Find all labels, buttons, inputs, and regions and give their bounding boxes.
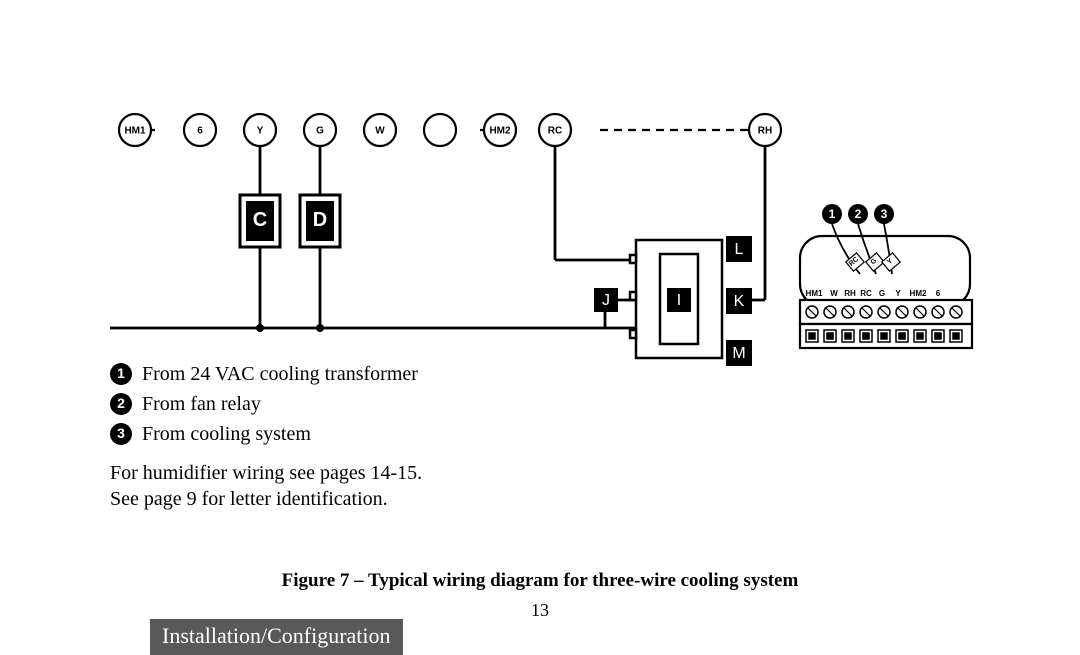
legend-item-3: 3 From cooling system	[110, 420, 418, 448]
box-c: C	[253, 209, 267, 231]
strip-rc: RC	[860, 289, 872, 298]
section-tab: Installation/Configuration	[150, 619, 403, 655]
box-l: L	[735, 241, 744, 258]
legend-item-2: 2 From fan relay	[110, 390, 418, 418]
box-i: I	[677, 292, 681, 309]
box-d: D	[313, 209, 327, 231]
callout-2: 2	[855, 207, 862, 221]
strip-g: G	[879, 289, 885, 298]
legend-num-2: 2	[110, 393, 132, 415]
figure-caption: Figure 7 – Typical wiring diagram for th…	[0, 570, 1080, 592]
box-k: K	[734, 293, 745, 310]
terminal-w: W	[375, 126, 385, 137]
wiring-diagram: HM1 6 Y G W HM2 RC RH C	[0, 0, 1080, 655]
terminal-y: Y	[257, 126, 264, 137]
legend-text-1: From 24 VAC cooling transformer	[142, 360, 418, 388]
legend-item-1: 1 From 24 VAC cooling transformer	[110, 360, 418, 388]
strip-hm1: HM1	[806, 289, 823, 298]
legend-num-1: 1	[110, 363, 132, 385]
legend-text-2: From fan relay	[142, 390, 261, 418]
callout-3: 3	[881, 207, 888, 221]
page-number: 13	[0, 600, 1080, 621]
strip-6: 6	[936, 289, 941, 298]
notes: For humidifier wiring see pages 14-15. S…	[110, 460, 422, 512]
note-line-1: For humidifier wiring see pages 14-15.	[110, 460, 422, 486]
page: HM1 6 Y G W HM2 RC RH C	[0, 0, 1080, 655]
legend: 1 From 24 VAC cooling transformer 2 From…	[110, 360, 418, 450]
box-m: M	[732, 345, 745, 362]
terminal-rh: RH	[758, 126, 772, 137]
legend-text-3: From cooling system	[142, 420, 311, 448]
strip-y: Y	[895, 289, 901, 298]
strip-rh: RH	[844, 289, 856, 298]
terminal-strip: 1 2 3 RC G Y HM1 W RH RC G	[800, 204, 972, 348]
terminal-hm2: HM2	[489, 126, 511, 137]
terminal-hm1: HM1	[124, 126, 146, 137]
callout-1: 1	[829, 207, 836, 221]
terminal-rc: RC	[548, 126, 562, 137]
terminal-g: G	[316, 126, 324, 137]
box-j: J	[602, 292, 610, 309]
legend-num-3: 3	[110, 423, 132, 445]
terminal-6: 6	[197, 126, 203, 137]
strip-hm2: HM2	[910, 289, 927, 298]
note-line-2: See page 9 for letter identification.	[110, 486, 422, 512]
strip-w: W	[830, 289, 838, 298]
